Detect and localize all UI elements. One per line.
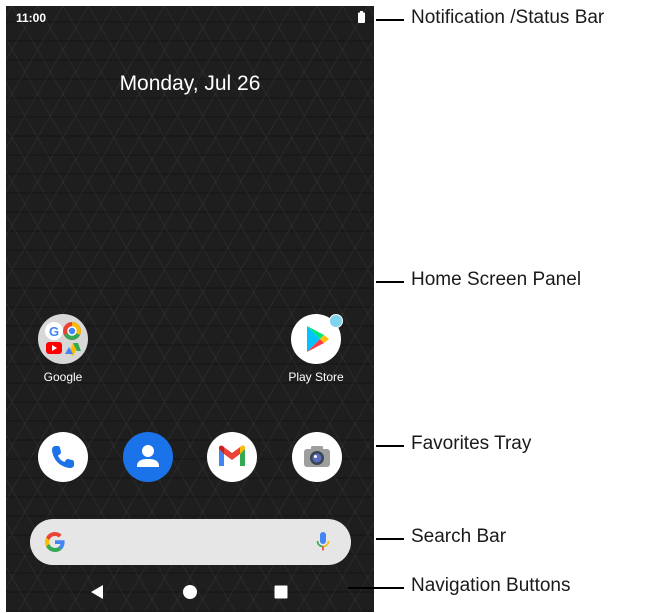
- mic-icon[interactable]: [315, 530, 331, 554]
- callout-home-screen-panel: Home Screen Panel: [411, 269, 582, 290]
- svg-text:G: G: [49, 324, 59, 339]
- app-label-google: Google: [43, 370, 83, 384]
- recents-square-icon[interactable]: [269, 580, 293, 604]
- callout-line-search-bar: [376, 538, 404, 540]
- favorite-phone[interactable]: [38, 432, 88, 482]
- callout-navigation-buttons: Navigation Buttons: [411, 575, 571, 596]
- contacts-icon: [137, 445, 159, 467]
- play-store-icon: [291, 314, 343, 364]
- gmail-icon: [219, 445, 245, 466]
- notification-dot: [329, 314, 343, 328]
- favorite-contacts[interactable]: [123, 432, 173, 482]
- app-label-play-store: Play Store: [288, 370, 344, 384]
- callout-line-status-bar: [376, 19, 404, 21]
- google-g-icon: [45, 532, 65, 552]
- callout-line-navigation-buttons: [348, 587, 404, 589]
- callout-line-favorites-tray: [376, 445, 404, 447]
- callout-favorites-tray: Favorites Tray: [411, 433, 532, 454]
- google-folder-icon: G: [38, 314, 88, 364]
- callout-search-bar: Search Bar: [411, 526, 507, 547]
- favorite-gmail[interactable]: [207, 432, 257, 482]
- date-widget[interactable]: Monday, Jul 26: [6, 72, 374, 96]
- phone-screen: 11:00 Monday, Jul 26 G Google Play Store: [6, 6, 374, 612]
- search-bar[interactable]: [30, 519, 351, 565]
- status-time: 11:00: [16, 11, 47, 25]
- back-triangle-icon[interactable]: [86, 580, 110, 604]
- app-play-store[interactable]: Play Store: [276, 314, 356, 384]
- home-circle-icon[interactable]: [178, 580, 202, 604]
- callout-line-home-screen-panel: [376, 281, 404, 283]
- status-bar[interactable]: 11:00: [6, 6, 374, 30]
- phone-icon: [52, 446, 74, 468]
- app-google-folder[interactable]: G Google: [23, 314, 103, 384]
- battery-full-icon: [358, 11, 365, 23]
- callout-status-bar: Notification /Status Bar: [411, 7, 605, 28]
- favorite-camera[interactable]: [292, 432, 342, 482]
- camera-icon: [304, 446, 330, 467]
- figure-canvas: 11:00 Monday, Jul 26 G Google Play Store…: [0, 0, 653, 613]
